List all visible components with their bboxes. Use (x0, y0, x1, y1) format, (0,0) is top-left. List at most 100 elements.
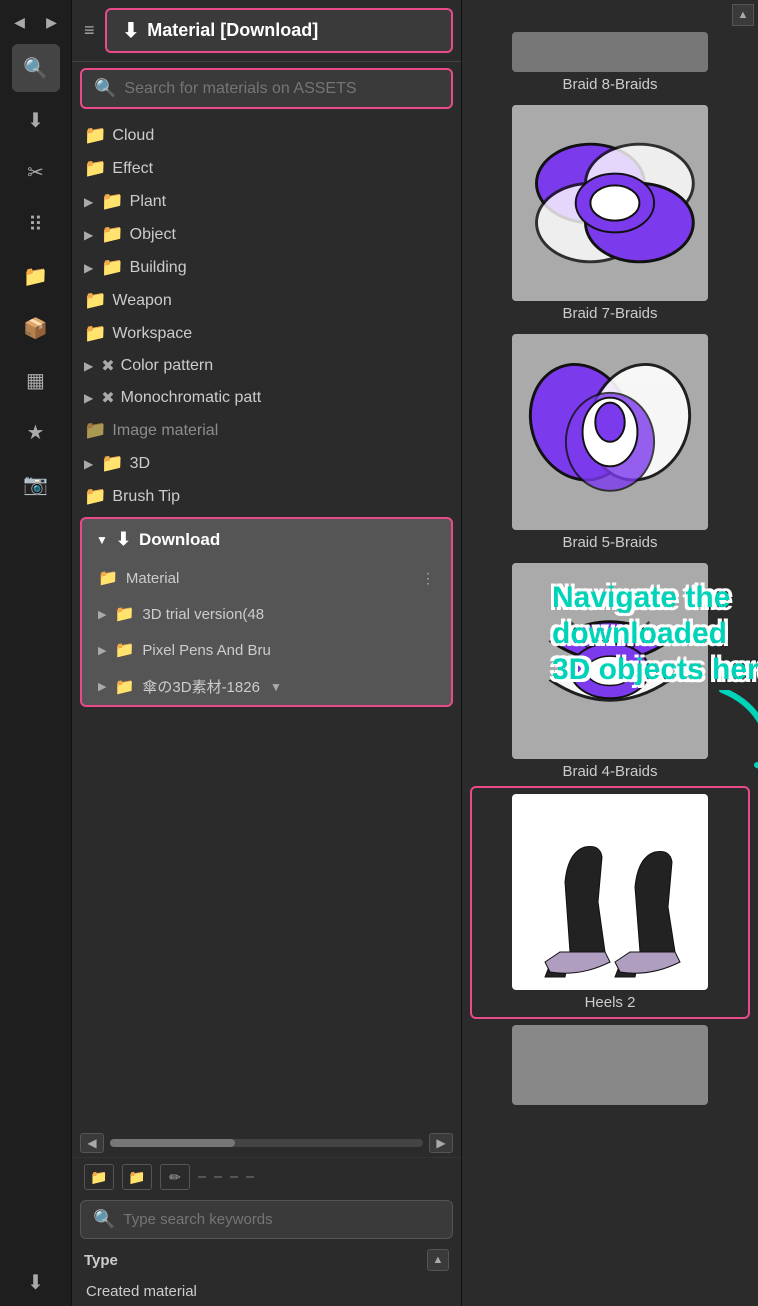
download-dl-icon: ⬇ (116, 529, 131, 550)
scroll-top-area: ▲ (462, 0, 758, 26)
folder-icon: 📁 (101, 191, 123, 212)
download-material-label: Material (126, 570, 179, 587)
tree-item-plant[interactable]: ▶ 📁 Plant (72, 185, 461, 218)
assets-search-bar: 🔍 (80, 68, 453, 109)
tree-item-color-pattern-label: Color pattern (121, 357, 214, 375)
folder-icon: 📁 (84, 323, 106, 344)
download-arrow-icon: ▼ (96, 533, 108, 547)
download-sub-kasa[interactable]: ▶ 📁 傘の3D素材-1826 ▼ (82, 668, 451, 705)
tree-item-building[interactable]: ▶ 📁 Building (72, 251, 461, 284)
folder-icon: 📁 (101, 257, 123, 278)
folder-icon: 📁 (84, 158, 106, 179)
tree-item-object-label: Object (130, 226, 176, 244)
tree-item-weapon-label: Weapon (112, 292, 171, 310)
tree-item-weapon[interactable]: 📁 Weapon (72, 284, 461, 317)
scroll-left-button[interactable]: ◀ (80, 1133, 104, 1153)
download-icon: ⬇ (123, 18, 140, 43)
folder-icon: 📁 (84, 420, 106, 441)
arrow-icon: ▶ (98, 644, 106, 657)
edit-folder-button[interactable]: ✏ (160, 1164, 190, 1190)
tree-item-brush-tip-label: Brush Tip (112, 488, 180, 506)
tree-item-image-material[interactable]: 📁 Image material (72, 414, 461, 447)
folder-icon: 📁 (98, 568, 118, 588)
download-kasa-label: 傘の3D素材-1826 (142, 676, 260, 697)
braid4-label: Braid 4-Braids (562, 763, 657, 780)
tree-item-cloud-label: Cloud (112, 127, 154, 145)
bottom-partial-item[interactable] (470, 1019, 750, 1111)
download-section: ▼ ⬇ Download 📁 Material ⋮ ▶ 📁 3D trial v… (80, 517, 453, 707)
expand-icon: ▼ (270, 680, 282, 694)
box-sidebar-button[interactable]: 📦 (12, 304, 60, 352)
tree-area: 📁 Cloud 📁 Effect ▶ 📁 Plant ▶ 📁 Object ▶ … (72, 115, 461, 1131)
arrow-icon: ▶ (84, 228, 93, 242)
table-sidebar-button[interactable]: ▦ (12, 356, 60, 404)
tree-item-brush-tip[interactable]: 📁 Brush Tip (72, 480, 461, 513)
type-label: Type (84, 1252, 118, 1269)
heels2-item[interactable]: Heels 2 (470, 786, 750, 1019)
special-icon: ✖ (101, 356, 114, 376)
material-download-button[interactable]: ⬇ Material [Download] (105, 8, 453, 53)
braid8-label: Braid 8-Braids (562, 76, 657, 93)
tree-item-image-material-label: Image material (112, 422, 218, 440)
scroll-right-button[interactable]: ▶ (429, 1133, 453, 1153)
folder-sidebar-button[interactable]: 📁 (12, 252, 60, 300)
material-download-label: Material [Download] (147, 20, 318, 41)
search-sidebar-button[interactable]: 🔍 (12, 44, 60, 92)
arrow-icon: ▶ (84, 359, 93, 373)
braid7-item[interactable]: ✖ Braid 7-Braids (470, 99, 750, 328)
braid4-item[interactable]: ✖ Braid 4-Braids (470, 557, 750, 786)
folder-icon: 📁 (114, 604, 134, 624)
download-sub-3dtrial[interactable]: ▶ 📁 3D trial version(48 (82, 596, 451, 632)
scrollbar-track[interactable] (110, 1139, 423, 1147)
download-sub-pixel-pens[interactable]: ▶ 📁 Pixel Pens And Bru (82, 632, 451, 668)
download-label: Download (139, 530, 220, 550)
grid-sidebar-button[interactable]: ⠿ (12, 200, 60, 248)
braid5-item[interactable]: ✖ Braid 5-Braids (470, 328, 750, 557)
camera-sidebar-button[interactable]: 📷 (12, 460, 60, 508)
tree-item-cloud[interactable]: 📁 Cloud (72, 119, 461, 152)
bottom-search-input[interactable] (123, 1211, 440, 1228)
back-button[interactable]: ◀ (6, 8, 34, 36)
arrow-icon: ▶ (98, 680, 106, 693)
tree-item-3d-label: 3D (130, 455, 150, 473)
created-material-item[interactable]: Created material (72, 1277, 461, 1306)
type-scroll-button[interactable]: ▲ (427, 1249, 449, 1271)
braid5-thumb: ✖ (512, 334, 708, 530)
sidebar: ◀ ▶ 🔍 ⬇ ✂ ⠿ 📁 📦 ▦ ★ 📷 ⬇ (0, 0, 72, 1306)
download-sidebar-button[interactable]: ⬇ (12, 96, 60, 144)
scissors-sidebar-button[interactable]: ✂ (12, 148, 60, 196)
tree-item-effect[interactable]: 📁 Effect (72, 152, 461, 185)
scrollbar-thumb (110, 1139, 235, 1147)
download-sub-material[interactable]: 📁 Material ⋮ (82, 560, 451, 596)
star-sidebar-button[interactable]: ★ (12, 408, 60, 456)
add-folder2-button[interactable]: 📁 (122, 1164, 152, 1190)
add-folder-button[interactable]: 📁 (84, 1164, 114, 1190)
folder-icon: 📁 (101, 453, 123, 474)
download-header[interactable]: ▼ ⬇ Download (82, 519, 451, 560)
tree-item-effect-label: Effect (112, 160, 153, 178)
menu-toggle-button[interactable]: ≡ (80, 16, 99, 45)
bottom-search-icon: 🔍 (93, 1209, 115, 1230)
tree-item-color-pattern[interactable]: ▶ ✖ Color pattern (72, 350, 461, 382)
top-bar: ≡ ⬇ Material [Download] (72, 0, 461, 62)
tree-item-3d[interactable]: ▶ 📁 3D (72, 447, 461, 480)
braid8-item[interactable]: Braid 8-Braids (470, 26, 750, 99)
braid7-label: Braid 7-Braids (562, 305, 657, 322)
tree-item-building-label: Building (130, 259, 187, 277)
ellipsis-icon: ⋮ (421, 570, 435, 587)
overlay-icon: ✖ (520, 113, 537, 138)
download-pixel-pens-label: Pixel Pens And Bru (142, 642, 270, 659)
folder-icon: 📁 (114, 640, 134, 660)
tree-item-workspace[interactable]: 📁 Workspace (72, 317, 461, 350)
tree-item-monochromatic[interactable]: ▶ ✖ Monochromatic patt (72, 382, 461, 414)
tree-item-monochromatic-label: Monochromatic patt (121, 389, 262, 407)
tree-item-workspace-label: Workspace (112, 325, 192, 343)
forward-button[interactable]: ▶ (38, 8, 66, 36)
assets-search-input[interactable] (124, 80, 439, 98)
scroll-to-top-button[interactable]: ▲ (732, 4, 754, 26)
heels2-thumb (512, 794, 708, 990)
folder-icon: 📁 (84, 486, 106, 507)
download2-sidebar-button[interactable]: ⬇ (12, 1258, 60, 1306)
heels2-label: Heels 2 (585, 994, 636, 1011)
tree-item-object[interactable]: ▶ 📁 Object (72, 218, 461, 251)
